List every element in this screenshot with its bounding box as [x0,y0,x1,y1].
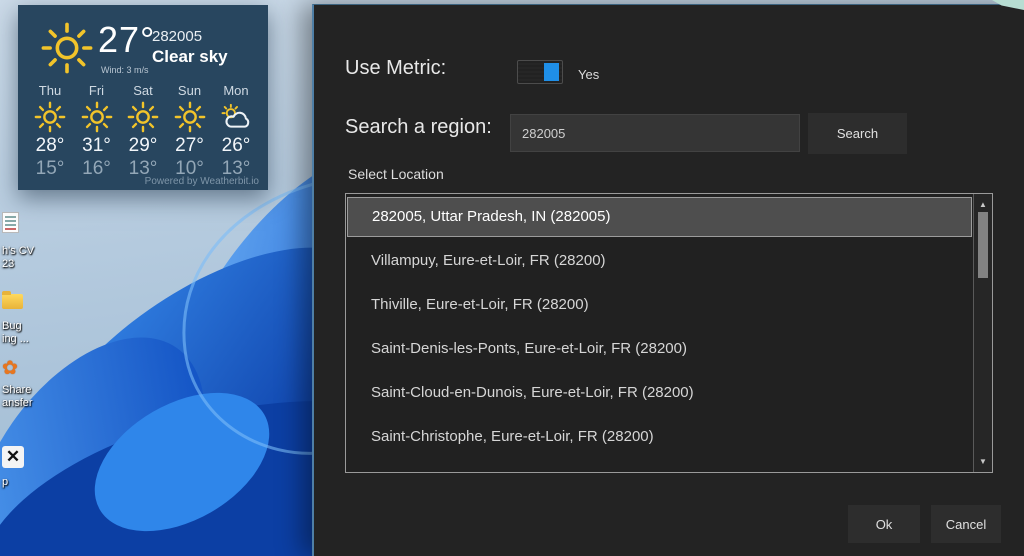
desktop-icon-label: Bug [2,320,29,333]
forecast-day: Sat 29° 13° [120,83,166,180]
sun-icon [125,100,161,134]
document-icon [2,212,19,233]
use-metric-label: Use Metric: [345,57,446,80]
weather-attribution: Powered by Weatherbit.io [145,176,259,187]
desktop-icon-label: 23 [2,258,34,271]
search-region-label: Search a region: [345,116,492,139]
desktop-icon-label: Share [2,384,33,397]
forecast-row: Thu 28° 15° Fri [18,83,268,180]
flower-icon: ✿ [2,362,33,375]
list-scrollbar[interactable]: ▲ ▼ [973,194,992,472]
list-item[interactable]: Saint-Christophe, Eure-et-Loir, FR (2820… [347,417,972,457]
desktop-icon-label: h's CV [2,245,34,258]
sun-icon [40,21,94,75]
sun-icon [32,100,68,134]
forecast-day: Mon 26° 13° [213,83,259,180]
forecast-day: Sun 27° 10° [167,83,213,180]
list-item[interactable]: Villampuy, Eure-et-Loir, FR (28200) [347,241,972,281]
weather-condition: Clear sky [152,47,228,67]
search-region-input[interactable] [510,114,800,152]
toggle-state-label: Yes [578,67,599,82]
desktop-icon-label: ansfer [2,397,33,410]
forecast-day: Thu 28° 15° [27,83,73,180]
use-metric-toggle[interactable] [517,60,563,84]
forecast-day: Fri 31° 16° [74,83,120,180]
sun-icon [172,100,208,134]
list-item[interactable]: Thiville, Eure-et-Loir, FR (28200) [347,285,972,325]
list-item[interactable]: Saint-Denis-les-Ponts, Eure-et-Loir, FR … [347,329,972,369]
desktop-icon-sharex[interactable]: ✕ p [2,446,24,489]
weather-settings-dialog: Use Metric: Yes Search a region: Search … [312,4,1024,556]
wind-speed: Wind: 3 m/s [101,65,149,75]
search-button[interactable]: Search [808,113,907,154]
cancel-button[interactable]: Cancel [931,505,1001,543]
location-code: 282005 [152,28,202,45]
desktop-screen: h's CV 23 Bug ing ... ✿ Share ansfer ✕ p [0,0,1024,556]
scroll-down-icon[interactable]: ▼ [974,457,992,466]
ok-button[interactable]: Ok [848,505,920,543]
scroll-up-icon[interactable]: ▲ [974,200,992,209]
scrollbar-thumb[interactable] [978,212,988,278]
desktop-icon-label: ing ... [2,333,29,346]
desktop-icon-share-transfer[interactable]: ✿ Share ansfer [2,362,33,410]
desktop-icon-label: p [2,476,24,489]
list-item[interactable]: Saint-Cloud-en-Dunois, Eure-et-Loir, FR … [347,373,972,413]
location-rows: 282005, Uttar Pradesh, IN (282005) Villa… [346,194,973,472]
weather-widget[interactable]: 27° Wind: 3 m/s 282005 Clear sky Thu 28°… [18,5,268,190]
desktop-icon-bug-folder[interactable]: Bug ing ... [2,294,29,346]
sun-icon [79,100,115,134]
toggle-thumb [544,63,559,81]
current-temperature: 27° [98,19,155,61]
location-listbox: 282005, Uttar Pradesh, IN (282005) Villa… [345,193,993,473]
desktop-icon-cv[interactable]: h's CV 23 [2,212,34,271]
select-location-label: Select Location [348,166,444,182]
x-icon: ✕ [2,446,24,468]
partly-cloudy-icon [218,100,254,134]
list-item[interactable]: 282005, Uttar Pradesh, IN (282005) [347,197,972,237]
folder-icon [2,294,23,309]
